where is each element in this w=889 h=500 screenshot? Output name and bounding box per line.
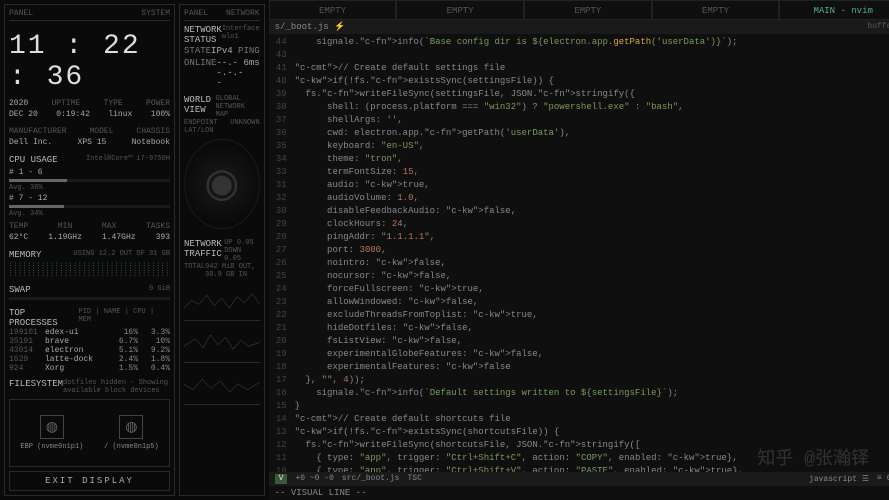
drive-icon: ◍ [40, 415, 64, 439]
filesystem-area: ◍EBP (nvme0n1p1) ◍/ (nvme0n1p5) [9, 399, 170, 467]
globe-icon: ◉ [184, 139, 260, 229]
status-bar: V +0 ~0 -0 src/_boot.js TSC javascript ☰… [269, 472, 889, 486]
tab-main[interactable]: MAIN - nvim [779, 0, 889, 20]
vim-mode: -- VISUAL LINE -- [269, 486, 889, 500]
exit-button[interactable]: EXIT DISPLAY [9, 471, 170, 491]
process-row: 199101edex-ui16%3.3% [9, 328, 170, 337]
clock: 11 : 22 : 36 [9, 31, 170, 93]
tab-empty[interactable]: EMPTY [652, 0, 780, 20]
drive-ebp[interactable]: ◍EBP (nvme0n1p1) [20, 415, 83, 451]
breadcrumb: s/_boot.js ⚡buffers [269, 20, 889, 34]
traffic-chart [184, 281, 260, 321]
process-row: 924Xorg1.5%0.4% [9, 364, 170, 373]
process-row: 1629latte-dock2.4%1.8% [9, 355, 170, 364]
process-row: 43014electron5.1%9.2% [9, 346, 170, 355]
traffic-chart [184, 365, 260, 405]
tab-empty[interactable]: EMPTY [396, 0, 524, 20]
network-panel: PANELNETWORK NETWORK STATUSInterface wlo… [179, 4, 265, 496]
code-area[interactable]: 44 signale."c-fn">info(`Base config dir … [269, 34, 889, 472]
tab-empty[interactable]: EMPTY [269, 0, 397, 20]
system-panel: PANELSYSTEM 11 : 22 : 36 2020UPTIMETYPEP… [4, 4, 175, 496]
editor-pane: EMPTY EMPTY EMPTY EMPTY MAIN - nvim s/_b… [269, 0, 889, 500]
tab-empty[interactable]: EMPTY [524, 0, 652, 20]
drive-root[interactable]: ◍/ (nvme0n1p5) [104, 415, 159, 451]
tab-bar: EMPTY EMPTY EMPTY EMPTY MAIN - nvim [269, 0, 889, 20]
process-row: 35191brave6.7%10% [9, 337, 170, 346]
drive-icon: ◍ [119, 415, 143, 439]
traffic-chart [184, 323, 260, 363]
